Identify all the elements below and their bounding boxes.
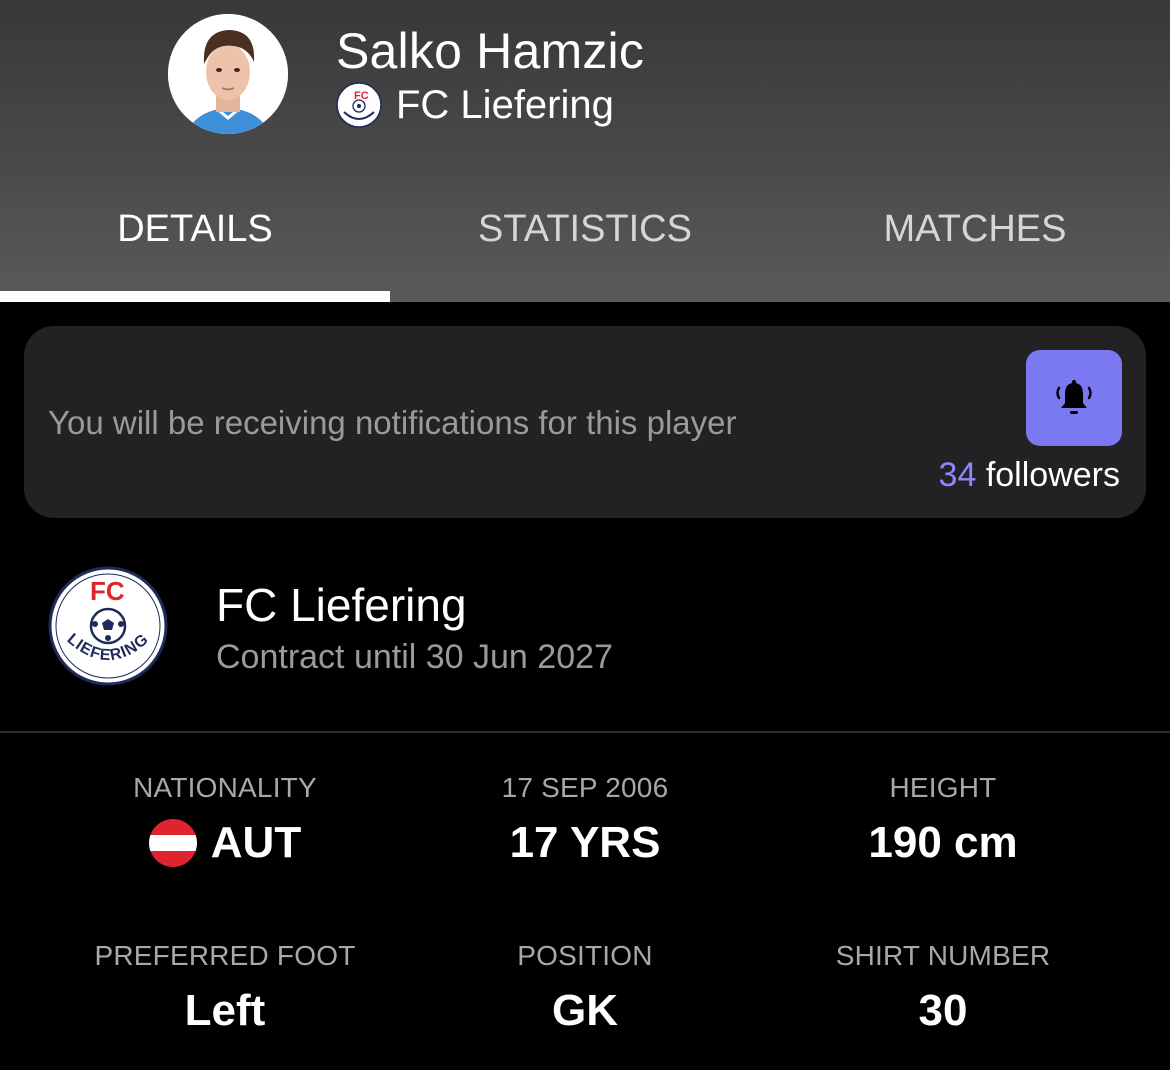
follow-notification-button[interactable] — [1026, 350, 1122, 446]
detail-value: AUT — [30, 818, 420, 868]
detail-preferred-foot: PREFERRED FOOT Left — [30, 940, 420, 1036]
tab-statistics[interactable]: STATISTICS — [390, 196, 780, 302]
tab-matches[interactable]: MATCHES — [780, 196, 1170, 302]
detail-label: NATIONALITY — [133, 772, 317, 803]
notification-card: You will be receiving notifications for … — [24, 326, 1146, 518]
detail-shirt-number: SHIRT NUMBER 30 — [748, 940, 1138, 1036]
player-name: Salko Hamzic — [336, 23, 645, 79]
bell-ringing-icon — [1056, 380, 1092, 414]
detail-position: POSITION GK — [390, 940, 780, 1036]
player-photo — [168, 14, 288, 134]
crest-fc-text: FC — [90, 576, 125, 606]
followers-label: followers — [985, 456, 1120, 494]
player-header: Salko Hamzic FC FC Liefering DETAILS STA… — [0, 0, 1170, 302]
detail-value: 190 cm — [868, 818, 1018, 867]
detail-label: POSITION — [517, 940, 653, 971]
detail-age: 17 SEP 2006 17 YRS — [390, 772, 780, 868]
detail-label: 17 SEP 2006 — [501, 772, 669, 803]
player-club-name: FC Liefering — [396, 82, 614, 127]
tab-details[interactable]: DETAILS — [0, 196, 390, 302]
detail-label: HEIGHT — [889, 772, 997, 803]
active-tab-indicator — [0, 291, 390, 302]
detail-height: HEIGHT 190 cm — [748, 772, 1138, 868]
detail-value: 30 — [918, 986, 968, 1035]
detail-nationality: NATIONALITY AUT — [30, 772, 420, 868]
austria-flag-icon — [148, 819, 197, 867]
detail-label: SHIRT NUMBER — [835, 940, 1051, 971]
club-crest-mini-icon: FC — [336, 82, 382, 128]
detail-value: Left — [184, 986, 266, 1035]
followers-count: 34 followers — [939, 456, 1120, 495]
detail-label: PREFERRED FOOT — [94, 940, 356, 971]
club-name[interactable]: FC Liefering — [216, 578, 467, 632]
followers-number: 34 — [938, 456, 977, 494]
contract-info: Contract until 30 Jun 2027 — [216, 638, 613, 676]
player-avatar — [168, 14, 288, 134]
detail-value: GK — [552, 986, 618, 1035]
section-divider — [0, 731, 1170, 733]
player-club-line[interactable]: FC FC Liefering — [336, 80, 614, 130]
club-crest-icon[interactable]: FC LIEFERING — [48, 566, 168, 686]
tab-bar: DETAILS STATISTICS MATCHES — [0, 196, 1170, 302]
detail-value: 17 YRS — [509, 818, 661, 867]
nationality-code: AUT — [210, 818, 302, 867]
notification-message: You will be receiving notifications for … — [48, 404, 737, 441]
